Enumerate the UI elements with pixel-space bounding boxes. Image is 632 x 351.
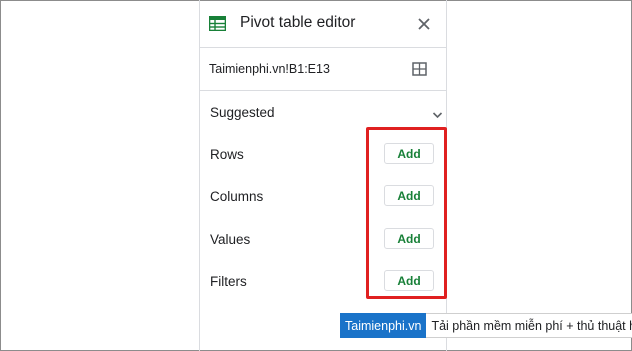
panel-left-border [199,0,200,351]
filters-label: Filters [210,274,247,289]
data-range-field[interactable]: Taimienphi.vn!B1:E13 [209,62,330,76]
sheets-table-icon [209,16,226,31]
range-divider [199,90,447,91]
grid-icon[interactable] [412,62,427,76]
screenshot-frame [0,0,632,351]
watermark: Taimienphi.vn Tải phần mềm miễn phí + th… [340,313,632,338]
values-label: Values [210,232,251,247]
watermark-brand: Taimienphi.vn [340,313,427,338]
panel-title: Pivot table editor [240,14,356,31]
suggested-label[interactable]: Suggested [210,105,275,120]
close-button[interactable] [415,15,433,33]
rows-label: Rows [210,147,244,162]
title-divider [199,47,447,48]
columns-label: Columns [210,189,264,204]
watermark-tagline: Tải phần mềm miễn phí + thủ thuật hay [426,313,632,338]
highlight-box [366,127,447,299]
chevron-down-icon[interactable] [432,111,443,119]
close-icon [418,18,430,30]
